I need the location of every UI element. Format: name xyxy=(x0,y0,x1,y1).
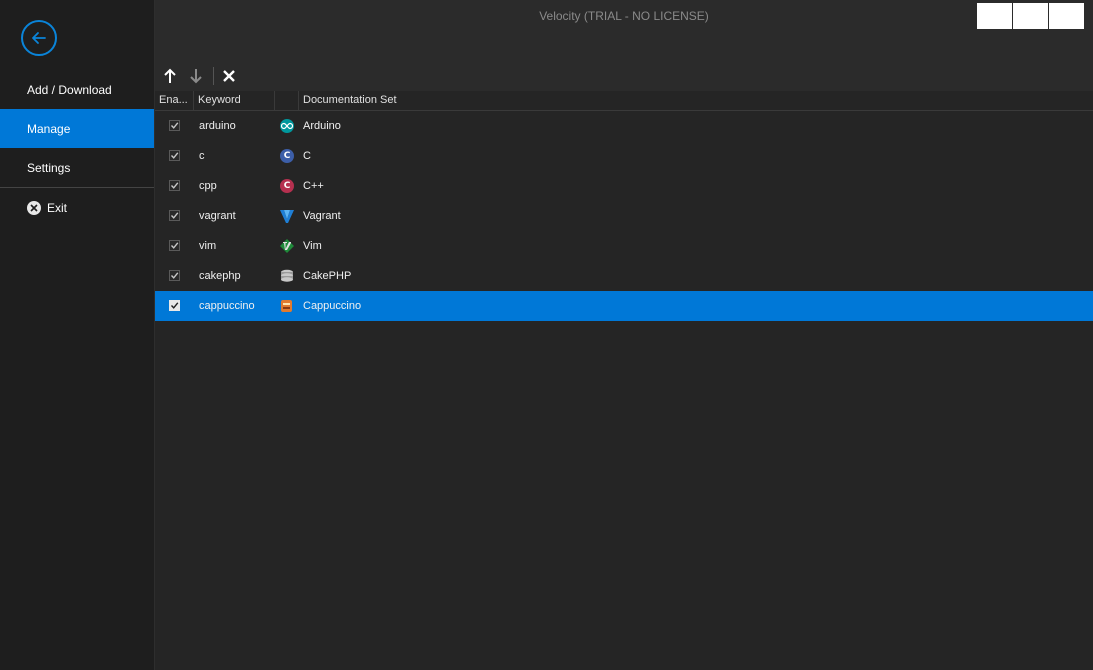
nav-manage-label: Manage xyxy=(27,121,71,136)
docset-cell: C++ xyxy=(303,180,324,192)
cpp-icon: C xyxy=(279,178,295,194)
keyword-cell[interactable]: c xyxy=(199,141,205,171)
docset-cell: Cappuccino xyxy=(303,300,362,312)
docset-cell: C xyxy=(303,150,311,162)
close-icon xyxy=(223,70,235,82)
docset-cell: CakePHP xyxy=(303,270,352,282)
column-keyword[interactable]: Keyword xyxy=(194,91,275,110)
enabled-checkbox[interactable] xyxy=(169,120,180,131)
column-icon[interactable] xyxy=(275,91,299,110)
nav-add-download[interactable]: Add / Download xyxy=(0,70,154,109)
keyword-cell[interactable]: cappuccino xyxy=(199,291,255,321)
keyword-cell[interactable]: cpp xyxy=(199,171,217,201)
vim-icon xyxy=(279,238,295,254)
vagrant-icon xyxy=(279,208,295,224)
nav-settings-label: Settings xyxy=(27,160,71,175)
toolbar-separator xyxy=(213,67,214,85)
keyword-cell[interactable]: cakephp xyxy=(199,261,241,291)
c-icon: C xyxy=(279,148,295,164)
enabled-checkbox[interactable] xyxy=(169,240,180,251)
minimize-button[interactable] xyxy=(977,3,1012,29)
docsets-table: Ena... Keyword Documentation Set arduino… xyxy=(155,91,1093,670)
cakephp-icon xyxy=(279,268,295,284)
nav-exit-label: Exit xyxy=(47,200,68,215)
close-window-button[interactable] xyxy=(1049,3,1084,29)
arrow-down-icon xyxy=(190,69,202,84)
table-row[interactable]: cappuccino Cappuccino xyxy=(155,291,1093,321)
docset-cell: Vagrant xyxy=(303,210,341,222)
move-down-button[interactable] xyxy=(188,68,204,84)
cappuccino-icon xyxy=(279,298,295,314)
column-documentation-set[interactable]: Documentation Set xyxy=(299,91,499,110)
nav-manage[interactable]: Manage xyxy=(0,109,154,148)
toolbar xyxy=(155,60,1093,91)
table-row[interactable]: vim Vim xyxy=(155,231,1093,261)
maximize-button[interactable] xyxy=(1013,3,1048,29)
keyword-cell[interactable]: arduino xyxy=(199,111,236,141)
nav-add-download-label: Add / Download xyxy=(27,82,112,97)
keyword-cell[interactable]: vagrant xyxy=(199,201,236,231)
table-body: arduino Arduino c C Ccpp C C++ vagrant Vagrant vi… xyxy=(155,111,1093,321)
table-row[interactable]: c CC xyxy=(155,141,1093,171)
move-up-button[interactable] xyxy=(162,68,178,84)
enabled-checkbox[interactable] xyxy=(169,210,180,221)
enabled-checkbox[interactable] xyxy=(169,150,180,161)
nav-settings[interactable]: Settings xyxy=(0,148,154,187)
exit-icon xyxy=(27,200,41,215)
window-title: Velocity (TRIAL - NO LICENSE) xyxy=(539,9,709,23)
table-row[interactable]: vagrant Vagrant xyxy=(155,201,1093,231)
table-header: Ena... Keyword Documentation Set xyxy=(155,91,1093,111)
table-row[interactable]: arduino Arduino xyxy=(155,111,1093,141)
arrow-left-icon xyxy=(32,32,46,44)
nav-exit[interactable]: Exit xyxy=(0,188,154,227)
column-enabled[interactable]: Ena... xyxy=(155,91,194,110)
enabled-checkbox[interactable] xyxy=(169,270,180,281)
table-row[interactable]: cakephp CakePHP xyxy=(155,261,1093,291)
docset-cell: Vim xyxy=(303,240,322,252)
back-button[interactable] xyxy=(21,20,57,56)
arduino-icon xyxy=(279,118,295,134)
remove-button[interactable] xyxy=(221,68,237,84)
arrow-up-icon xyxy=(164,68,176,83)
enabled-checkbox[interactable] xyxy=(169,180,180,191)
keyword-cell[interactable]: vim xyxy=(199,231,216,261)
title-bar: Velocity (TRIAL - NO LICENSE) xyxy=(155,0,1093,60)
docset-cell: Arduino xyxy=(303,120,341,132)
table-row[interactable]: cpp C C++ xyxy=(155,171,1093,201)
sidebar: Add / Download Manage Settings Exit xyxy=(0,0,155,670)
enabled-checkbox[interactable] xyxy=(169,300,180,311)
